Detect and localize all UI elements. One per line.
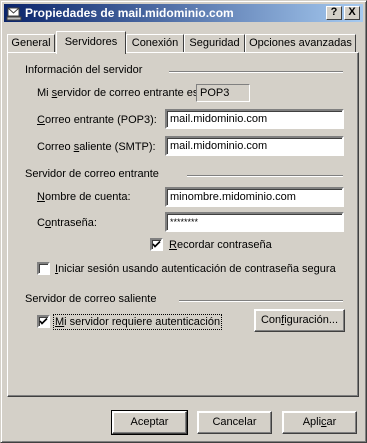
incoming-server-input[interactable]: mail.midominio.com: [165, 109, 344, 129]
ok-button[interactable]: Aceptar: [111, 410, 188, 435]
requires-auth-checkbox[interactable]: [37, 315, 50, 328]
tab-servidores-label: Servidores: [64, 36, 118, 48]
password-input[interactable]: ********: [165, 212, 344, 232]
divider: [187, 175, 343, 177]
account-name-input[interactable]: minombre.midominio.com: [165, 187, 344, 207]
password-label: Contraseña:: [37, 217, 97, 229]
divider: [169, 71, 343, 73]
remember-password-label[interactable]: Recordar contraseña: [169, 239, 272, 251]
outgoing-server-input[interactable]: mail.midominio.com: [165, 136, 344, 156]
properties-dialog: Propiedades de mail.midominio.com ? X Ge…: [0, 0, 367, 443]
outgoing-server-label: Correo saliente (SMTP):: [37, 141, 156, 153]
incoming-server-heading: Servidor de correo entrante: [25, 168, 159, 180]
secure-password-auth-label[interactable]: Iniciar sesión usando autenticación de c…: [55, 263, 336, 275]
secure-password-auth-checkbox[interactable]: [37, 262, 50, 275]
incoming-type-value: POP3: [196, 84, 250, 102]
remember-password-checkbox[interactable]: [150, 238, 163, 251]
tab-general[interactable]: General: [7, 34, 55, 53]
tab-opciones-avanzadas[interactable]: Opciones avanzadas: [245, 34, 356, 53]
title-bar[interactable]: Propiedades de mail.midominio.com ? X: [4, 4, 363, 22]
requires-auth-label[interactable]: Mi servidor requiere autenticación: [52, 314, 223, 330]
incoming-server-label: Correo entrante (POP3):: [37, 114, 157, 126]
divider: [179, 300, 343, 302]
help-button[interactable]: ?: [326, 6, 342, 20]
checkmark-icon: [39, 317, 48, 325]
apply-button[interactable]: Aplicar: [282, 411, 357, 434]
cancel-button[interactable]: Cancelar: [197, 411, 272, 434]
close-button[interactable]: X: [344, 6, 360, 20]
tab-seguridad[interactable]: Seguridad: [184, 34, 245, 53]
mail-account-icon: [6, 5, 22, 21]
server-info-heading: Información del servidor: [25, 64, 143, 76]
configuration-button[interactable]: Configuración...: [254, 309, 345, 332]
tab-conexion[interactable]: Conexión: [126, 34, 184, 53]
incoming-type-label: Mi servidor de correo entrante es: [37, 87, 199, 99]
account-name-label: Nombre de cuenta:: [37, 191, 131, 203]
window-title: Propiedades de mail.midominio.com: [25, 6, 234, 20]
outgoing-server-heading: Servidor de correo saliente: [25, 293, 157, 305]
tab-servidores[interactable]: Servidores: [56, 31, 126, 54]
checkmark-icon: [152, 240, 161, 248]
